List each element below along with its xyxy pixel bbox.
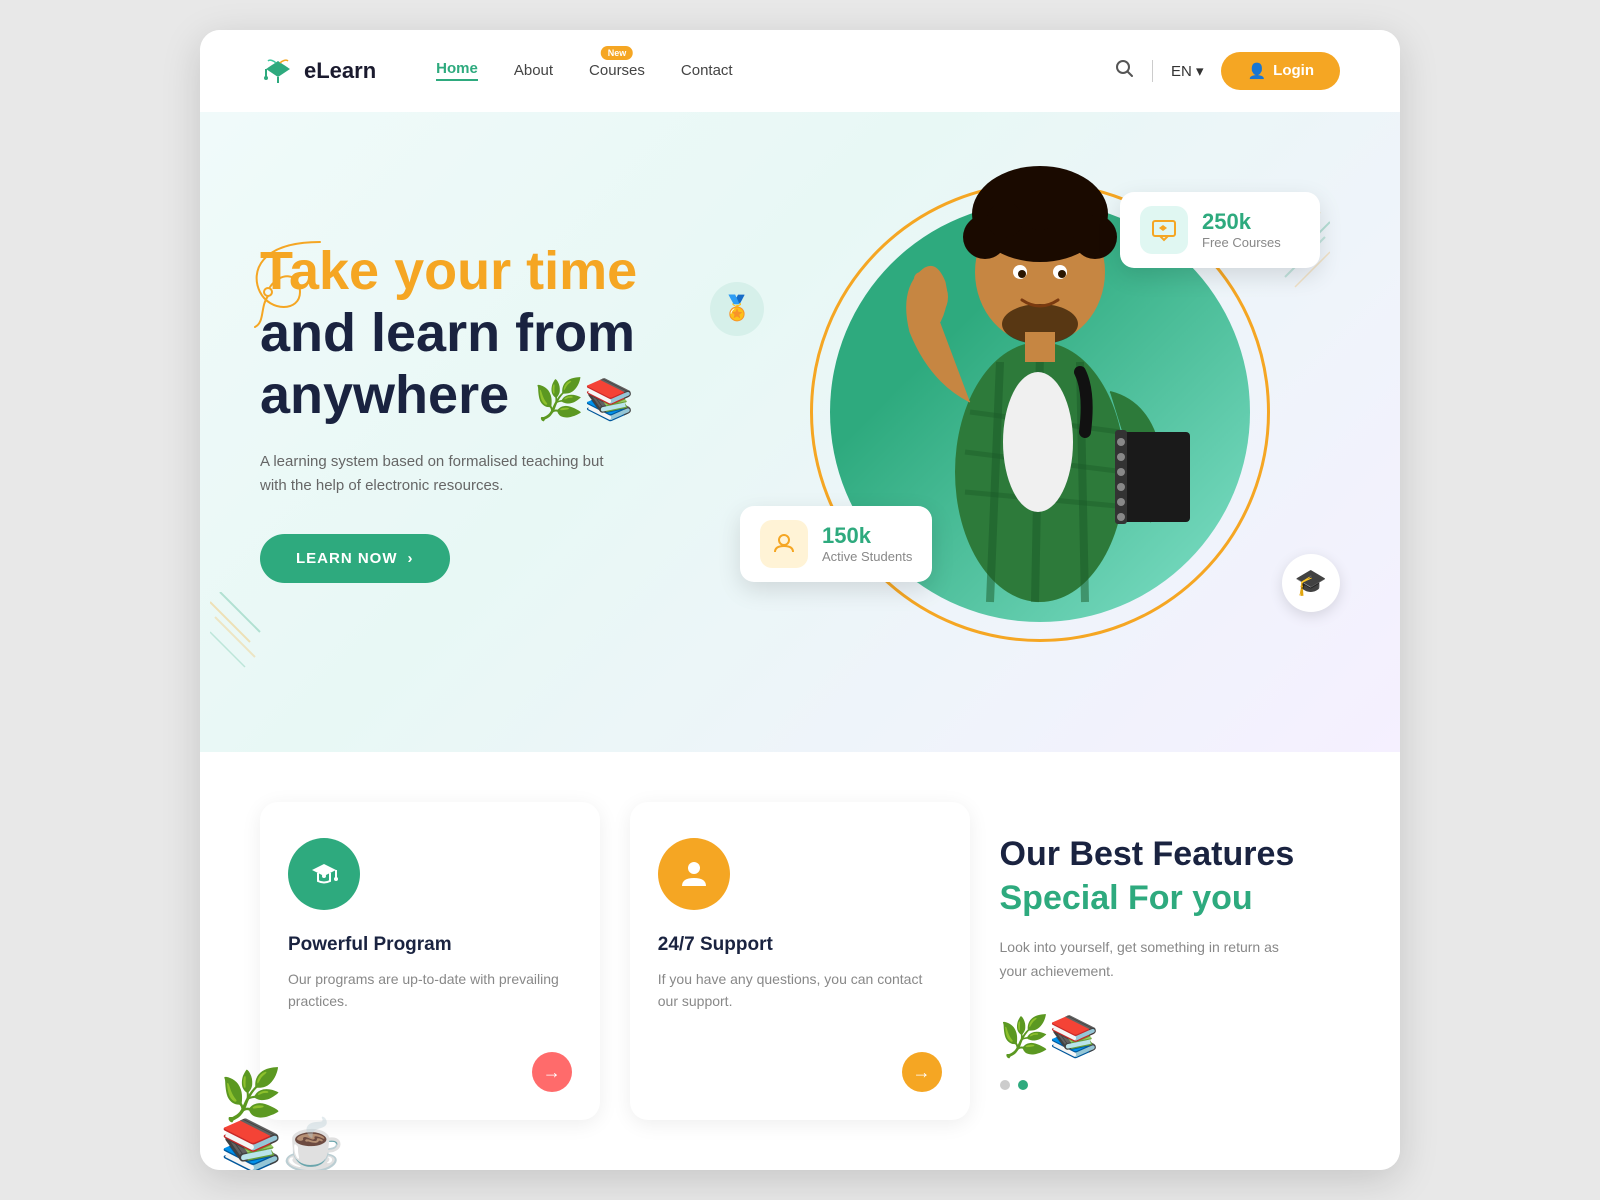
arrow-icon: › — [408, 550, 414, 567]
feature-program-title: Powerful Program — [288, 934, 572, 956]
login-icon: 👤 — [1247, 62, 1266, 80]
grad-cap-badge: 🎓 — [1282, 554, 1340, 612]
monitor-icon — [1150, 216, 1178, 244]
students-card-label: Active Students — [822, 549, 912, 564]
logo-text: eLearn — [304, 58, 376, 84]
hero-title: Take your time and learn from anywhere 🌿… — [260, 240, 740, 426]
nav-links: Home About New Courses Contact — [436, 60, 1114, 81]
navbar: eLearn Home About New Courses Contact EN… — [200, 30, 1400, 112]
nav-divider — [1152, 60, 1153, 82]
support-icon — [676, 856, 712, 892]
students-float-card: 150k Active Students — [740, 506, 932, 582]
medal-badge: 🏅 — [710, 282, 764, 336]
nav-courses[interactable]: Courses — [589, 62, 645, 79]
best-features-title: Our Best Features — [1000, 832, 1341, 876]
hero-right: 250k Free Courses 150k Active Students — [740, 132, 1340, 692]
pagination-dots — [1000, 1080, 1341, 1090]
feature-program-arrow[interactable]: → — [532, 1052, 572, 1092]
courses-card-label: Free Courses — [1202, 235, 1281, 250]
graduation-icon — [306, 856, 342, 892]
user-icon — [770, 530, 798, 558]
feature-card-support: 24/7 Support If you have any questions, … — [630, 802, 970, 1121]
hero-emoji: 🌿📚 — [534, 378, 634, 422]
hero-subtitle: A learning system based on formalised te… — [260, 450, 620, 498]
page-wrapper: eLearn Home About New Courses Contact EN… — [200, 30, 1400, 1171]
logo-icon — [260, 57, 296, 85]
courses-card-icon — [1140, 206, 1188, 254]
best-features-subtitle: Special For you — [1000, 876, 1341, 920]
courses-card-info: 250k Free Courses — [1202, 209, 1281, 250]
hero-section: Take your time and learn from anywhere 🌿… — [200, 112, 1400, 752]
nav-courses-wrap: New Courses — [589, 62, 645, 80]
nav-contact[interactable]: Contact — [681, 62, 733, 79]
nav-about[interactable]: About — [514, 62, 553, 79]
hero-title-line1: Take your time — [260, 240, 740, 302]
best-features-panel: Our Best Features Special For you Look i… — [1000, 802, 1341, 1121]
dot-2 — [1018, 1080, 1028, 1090]
courses-card-num: 250k — [1202, 209, 1281, 235]
support-icon-circle — [658, 838, 730, 910]
feature-support-title: 24/7 Support — [658, 934, 942, 956]
logo[interactable]: eLearn — [260, 57, 376, 85]
search-icon — [1114, 58, 1134, 78]
nav-home[interactable]: Home — [436, 60, 478, 81]
students-card-num: 150k — [822, 523, 912, 549]
search-button[interactable] — [1114, 58, 1134, 83]
feature-support-arrow[interactable]: → — [902, 1052, 942, 1092]
learn-now-button[interactable]: LEARN NOW › — [260, 534, 450, 583]
hero-title-line2: and learn from — [260, 302, 740, 364]
best-features-desc: Look into yourself, get something in ret… — [1000, 936, 1280, 984]
features-section: Powerful Program Our programs are up-to-… — [200, 752, 1400, 1171]
nav-courses-badge: New — [601, 46, 634, 60]
plant-decoration: 🌿📚 — [1000, 1013, 1341, 1060]
dot-1 — [1000, 1080, 1010, 1090]
feature-program-desc: Our programs are up-to-date with prevail… — [288, 968, 572, 1013]
hero-title-line3: anywhere 🌿📚 — [260, 364, 740, 426]
bottom-plant-decoration: 🌿📚☕ — [220, 1070, 345, 1170]
deco-lines-left — [210, 592, 270, 692]
courses-float-card: 250k Free Courses — [1120, 192, 1320, 268]
language-selector[interactable]: EN ▾ — [1171, 62, 1204, 80]
feature-support-desc: If you have any questions, you can conta… — [658, 968, 942, 1013]
hero-left: Take your time and learn from anywhere 🌿… — [260, 240, 740, 583]
students-card-icon — [760, 520, 808, 568]
login-button[interactable]: 👤 Login — [1221, 52, 1340, 90]
students-card-info: 150k Active Students — [822, 523, 912, 564]
program-icon-circle — [288, 838, 360, 910]
nav-right: EN ▾ 👤 Login — [1114, 52, 1340, 90]
